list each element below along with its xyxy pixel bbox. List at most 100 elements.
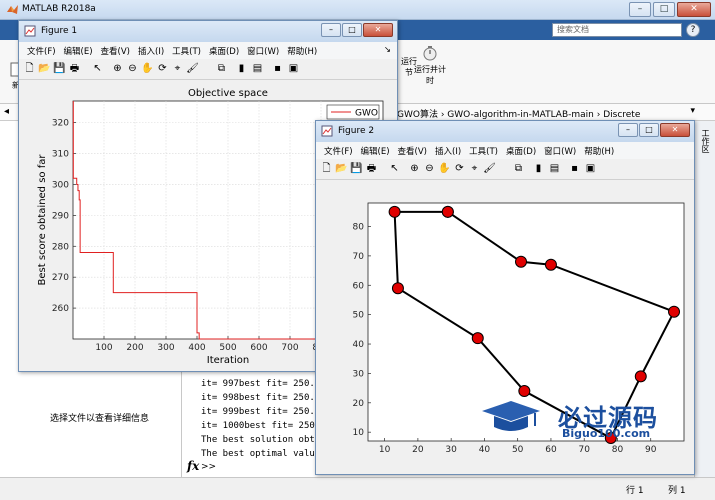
- save-icon[interactable]: 💾: [53, 62, 66, 75]
- help-icon[interactable]: ?: [686, 23, 700, 37]
- menu-insert[interactable]: 插入(I): [427, 142, 461, 159]
- figure-1-title: Figure 1: [41, 26, 78, 36]
- details-placeholder-text: 选择文件以查看详细信息: [50, 414, 150, 424]
- close-button[interactable]: ✕: [677, 2, 711, 17]
- zoom-in-icon[interactable]: ⊕: [111, 62, 124, 75]
- status-bar: 行 1 列 1: [0, 477, 715, 500]
- maximize-button[interactable]: □: [342, 23, 362, 37]
- print-icon[interactable]: 🖶: [365, 162, 378, 175]
- x-tick-label: 90: [645, 445, 657, 455]
- row-label: 行: [626, 486, 636, 496]
- y-tick-label: 260: [52, 304, 69, 314]
- menu-tools[interactable]: 工具(T): [164, 42, 201, 59]
- city-marker: [391, 282, 404, 295]
- x-tick-label: 20: [412, 445, 424, 455]
- new-figure-icon[interactable]: 🗋: [320, 162, 333, 175]
- dock-arrow-icon[interactable]: ↘: [376, 42, 397, 59]
- new-figure-icon[interactable]: 🗋: [23, 62, 36, 75]
- hide-plot-tools-icon[interactable]: ▪: [271, 62, 284, 75]
- menu-view[interactable]: 查看(V): [93, 42, 130, 59]
- city-marker: [441, 205, 454, 218]
- menu-tools[interactable]: 工具(T): [461, 142, 498, 159]
- status-col-indicator: 列 1: [668, 483, 686, 496]
- figure-1-menu-bar: 文件(F) 编辑(E) 查看(V) 插入(I) 工具(T) 桌面(D) 窗口(W…: [19, 42, 397, 59]
- y-tick-label: 50: [353, 311, 365, 321]
- menu-help[interactable]: 帮助(H): [576, 142, 614, 159]
- save-icon[interactable]: 💾: [350, 162, 363, 175]
- show-plot-tools-icon[interactable]: ▣: [287, 62, 300, 75]
- command-prompt[interactable]: >>: [201, 462, 216, 472]
- zoom-in-icon[interactable]: ⊕: [408, 162, 421, 175]
- y-tick-label: 290: [52, 211, 69, 221]
- close-button[interactable]: ✕: [363, 23, 393, 37]
- workspace-panel-collapsed[interactable]: 工作区: [694, 121, 715, 477]
- rotate-3d-icon[interactable]: ⟳: [453, 162, 466, 175]
- insert-colorbar-icon[interactable]: ▮: [235, 62, 248, 75]
- row-value: 1: [637, 486, 644, 496]
- search-documentation-input[interactable]: 搜索文档: [552, 23, 682, 37]
- rotate-3d-icon[interactable]: ⟳: [156, 62, 169, 75]
- y-tick-label: 310: [52, 150, 69, 160]
- link-plot-icon[interactable]: ⧉: [512, 162, 525, 175]
- maximize-button[interactable]: □: [653, 2, 675, 17]
- city-marker: [668, 305, 681, 318]
- menu-window[interactable]: 窗口(W): [239, 42, 279, 59]
- menu-help[interactable]: 帮助(H): [279, 42, 317, 59]
- legend-label: GWO: [355, 109, 378, 119]
- back-arrow-icon[interactable]: ◂: [4, 106, 9, 117]
- x-tick-label: 400: [188, 343, 205, 353]
- function-browser-icon[interactable]: fx: [187, 459, 199, 473]
- figure-icon: [321, 125, 333, 137]
- city-marker: [471, 332, 484, 345]
- menu-edit[interactable]: 编辑(E): [56, 42, 93, 59]
- menu-edit[interactable]: 编辑(E): [353, 142, 390, 159]
- minimize-button[interactable]: –: [321, 23, 341, 37]
- menu-file[interactable]: 文件(F): [316, 142, 353, 159]
- y-tick-label: 320: [52, 119, 69, 129]
- insert-legend-icon[interactable]: ▤: [251, 62, 264, 75]
- run-and-time-button[interactable]: 运行并计时: [414, 44, 446, 86]
- insert-legend-icon[interactable]: ▤: [548, 162, 561, 175]
- maximize-button[interactable]: □: [639, 123, 659, 137]
- data-cursor-icon[interactable]: ⌖: [171, 62, 184, 75]
- menu-window[interactable]: 窗口(W): [536, 142, 576, 159]
- matlab-title-bar: MATLAB R2018a – □ ✕: [0, 0, 715, 20]
- open-file-icon[interactable]: 📂: [38, 62, 51, 75]
- minimize-button[interactable]: –: [629, 2, 651, 17]
- menu-view[interactable]: 查看(V): [390, 142, 427, 159]
- pan-hand-icon[interactable]: ✋: [438, 162, 451, 175]
- chevron-down-icon[interactable]: ▾: [690, 106, 695, 116]
- close-button[interactable]: ✕: [660, 123, 690, 137]
- minimize-button[interactable]: –: [618, 123, 638, 137]
- city-marker: [634, 370, 647, 383]
- figure-2-title: Figure 2: [338, 126, 375, 136]
- data-cursor-icon[interactable]: ⌖: [468, 162, 481, 175]
- brush-icon[interactable]: 🖌: [186, 62, 199, 75]
- show-plot-tools-icon[interactable]: ▣: [584, 162, 597, 175]
- insert-colorbar-icon[interactable]: ▮: [532, 162, 545, 175]
- menu-desktop[interactable]: 桌面(D): [498, 142, 536, 159]
- workspace-label: 工作区: [701, 129, 710, 153]
- hide-plot-tools-icon[interactable]: ▪: [568, 162, 581, 175]
- figure-1-toolbar: 🗋 📂 💾 🖶 ↖ ⊕ ⊖ ✋ ⟳ ⌖ 🖌 ⧉ ▮ ▤ ▪ ▣: [19, 59, 397, 80]
- brush-icon[interactable]: 🖌: [483, 162, 496, 175]
- menu-insert[interactable]: 插入(I): [130, 42, 164, 59]
- x-tick-label: 50: [512, 445, 524, 455]
- y-tick-label: 60: [353, 281, 365, 291]
- status-row-indicator: 行 1: [626, 483, 644, 496]
- edit-plot-arrow-icon[interactable]: ↖: [91, 62, 104, 75]
- print-icon[interactable]: 🖶: [68, 62, 81, 75]
- zoom-out-icon[interactable]: ⊖: [423, 162, 436, 175]
- open-file-icon[interactable]: 📂: [335, 162, 348, 175]
- watermark-url: Biguo100.com: [562, 427, 651, 440]
- zoom-out-icon[interactable]: ⊖: [126, 62, 139, 75]
- menu-desktop[interactable]: 桌面(D): [201, 42, 239, 59]
- current-folder-path[interactable]: GWO算法 › GWO-algorithm-in-MATLAB-main › D…: [397, 107, 640, 120]
- stopwatch-icon: [423, 46, 437, 61]
- pan-hand-icon[interactable]: ✋: [141, 62, 154, 75]
- edit-plot-arrow-icon[interactable]: ↖: [388, 162, 401, 175]
- y-axis-label: Best score obtained so far: [37, 154, 48, 286]
- col-label: 列: [668, 486, 678, 496]
- menu-file[interactable]: 文件(F): [19, 42, 56, 59]
- link-plot-icon[interactable]: ⧉: [215, 62, 228, 75]
